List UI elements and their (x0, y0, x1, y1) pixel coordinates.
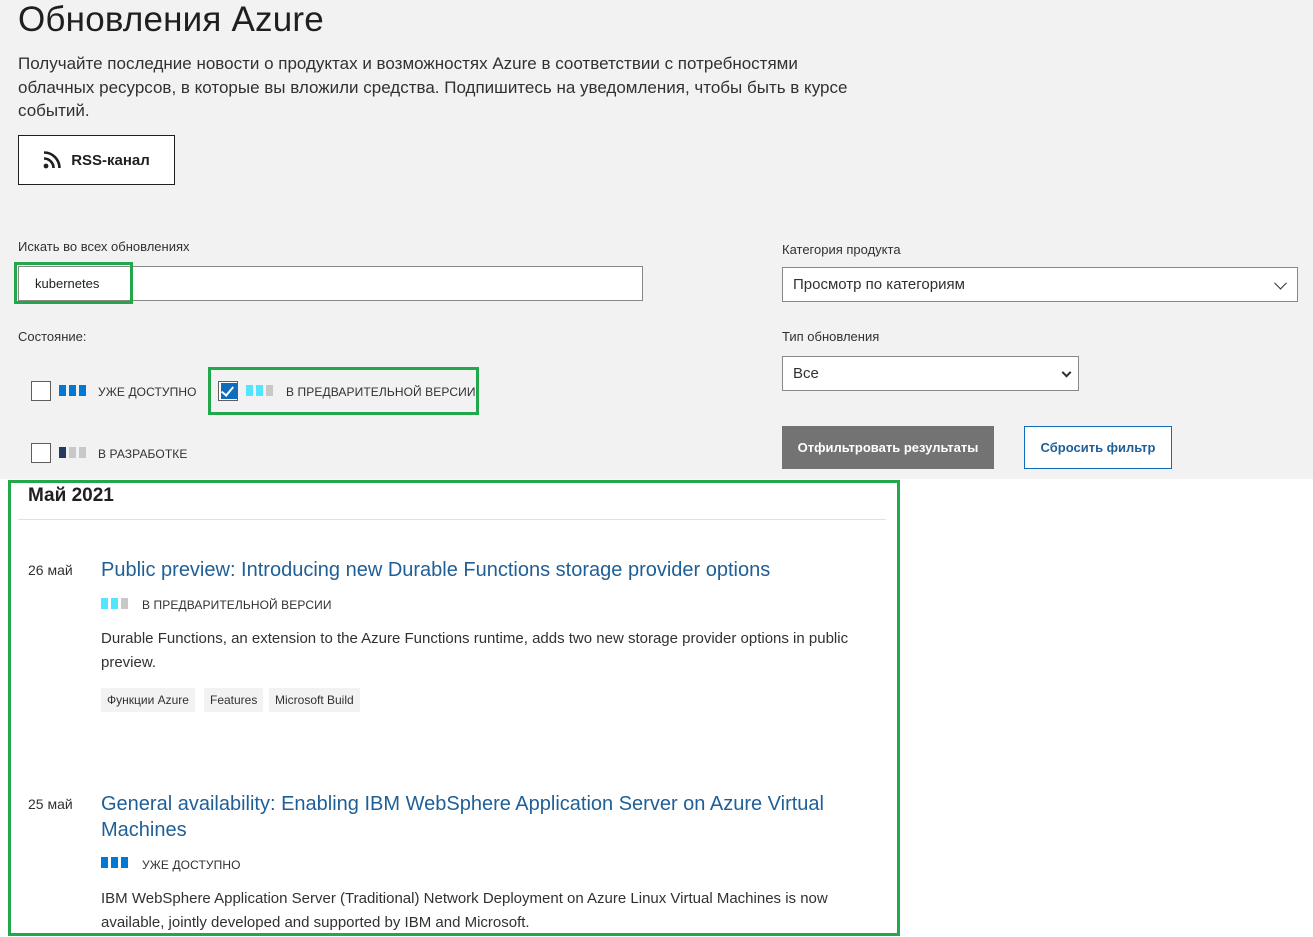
available-bars-icon (101, 857, 128, 868)
chevron-down-icon (1061, 367, 1072, 378)
page-description: Получайте последние новости о продуктах … (18, 54, 848, 120)
rss-button-label: RSS-канал (71, 151, 150, 169)
reset-filter-button[interactable]: Сбросить фильтр (1024, 426, 1172, 469)
month-divider (18, 519, 886, 520)
update-title-link[interactable]: Public preview: Introducing new Durable … (101, 557, 861, 583)
type-select-value: Все (793, 365, 819, 382)
status-available-label: УЖЕ ДОСТУПНО (98, 385, 197, 399)
development-bars-icon (59, 447, 86, 458)
check-icon (220, 383, 235, 397)
update-description: IBM WebSphere Application Server (Tradit… (101, 890, 828, 931)
filter-results-button[interactable]: Отфильтровать результаты (782, 426, 994, 469)
type-label: Тип обновления (782, 329, 880, 344)
update-status-label: УЖЕ ДОСТУПНО (142, 858, 241, 872)
checkbox-development[interactable] (31, 443, 51, 463)
tag[interactable]: Features (204, 688, 264, 712)
update-description: Durable Functions, an extension to the A… (101, 630, 849, 671)
preview-bars-icon (246, 385, 273, 396)
chevron-down-icon (1274, 276, 1287, 290)
available-bars-icon (59, 385, 86, 396)
type-select[interactable]: Все (782, 356, 1079, 391)
update-date: 25 май (28, 796, 73, 812)
search-input[interactable]: kubernetes (18, 266, 643, 301)
status-preview-label: В ПРЕДВАРИТЕЛЬНОЙ ВЕРСИИ (286, 385, 476, 399)
preview-bars-icon (101, 598, 128, 609)
category-select[interactable]: Просмотр по категориям (782, 267, 1298, 302)
status-development-label: В РАЗРАБОТКЕ (98, 447, 188, 461)
checkbox-available[interactable] (31, 381, 51, 401)
tag[interactable]: Microsoft Build (269, 688, 360, 712)
category-label: Категория продукта (782, 242, 901, 257)
update-date: 26 май (28, 562, 73, 578)
tag[interactable]: Функции Azure (101, 688, 195, 712)
rss-icon (43, 151, 61, 169)
rss-feed-button[interactable]: RSS-канал (18, 135, 175, 185)
checkbox-preview[interactable] (218, 381, 238, 401)
search-label: Искать во всех обновлениях (18, 239, 190, 254)
category-select-value: Просмотр по категориям (793, 276, 965, 293)
month-heading: Май 2021 (28, 485, 114, 506)
update-status-label: В ПРЕДВАРИТЕЛЬНОЙ ВЕРСИИ (142, 598, 332, 612)
page-title: Обновления Azure (18, 0, 324, 39)
update-title-link[interactable]: General availability: Enabling IBM WebSp… (101, 791, 841, 843)
status-label: Состояние: (18, 329, 87, 344)
